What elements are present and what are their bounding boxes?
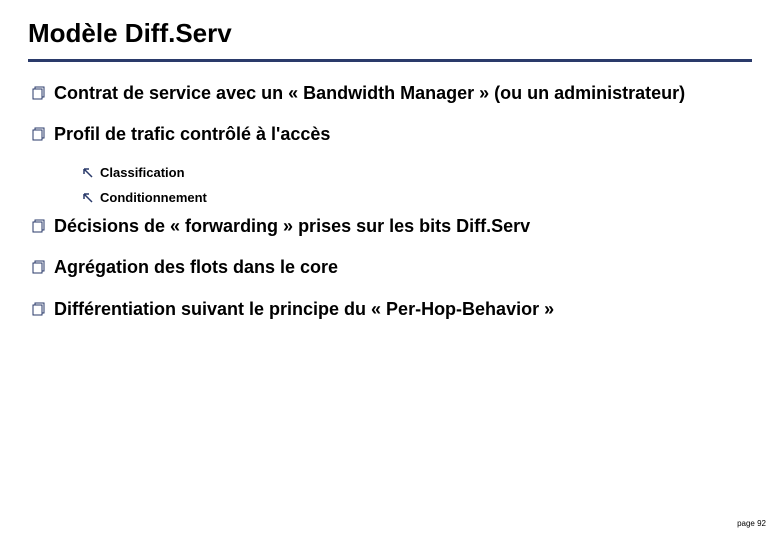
page-number: page 92 <box>737 519 766 528</box>
arrow-upleft-icon <box>82 167 100 179</box>
list-sub-item-text: Conditionnement <box>100 190 207 205</box>
list-item-text: Différentiation suivant le principe du «… <box>54 298 554 321</box>
page-stack-icon <box>32 127 54 141</box>
list-item: Décisions de « forwarding » prises sur l… <box>32 215 752 238</box>
list-item: Différentiation suivant le principe du «… <box>32 298 752 321</box>
slide-title: Modèle Diff.Serv <box>28 18 752 49</box>
bullet-list: Contrat de service avec un « Bandwidth M… <box>28 82 752 321</box>
page-stack-icon <box>32 260 54 274</box>
title-rule <box>28 59 752 62</box>
page-stack-icon <box>32 302 54 316</box>
arrow-upleft-icon <box>82 192 100 204</box>
list-item: Profil de trafic contrôlé à l'accès <box>32 123 752 146</box>
list-item: Agrégation des flots dans le core <box>32 256 752 279</box>
list-sub-item-text: Classification <box>100 165 185 180</box>
page-stack-icon <box>32 219 54 233</box>
list-sub-item: Conditionnement <box>82 190 752 205</box>
list-item-text: Contrat de service avec un « Bandwidth M… <box>54 82 685 105</box>
list-item-text: Décisions de « forwarding » prises sur l… <box>54 215 530 238</box>
list-item: Contrat de service avec un « Bandwidth M… <box>32 82 752 105</box>
list-sub-item: Classification <box>82 165 752 180</box>
page-stack-icon <box>32 86 54 100</box>
list-item-text: Profil de trafic contrôlé à l'accès <box>54 123 330 146</box>
list-item-text: Agrégation des flots dans le core <box>54 256 338 279</box>
